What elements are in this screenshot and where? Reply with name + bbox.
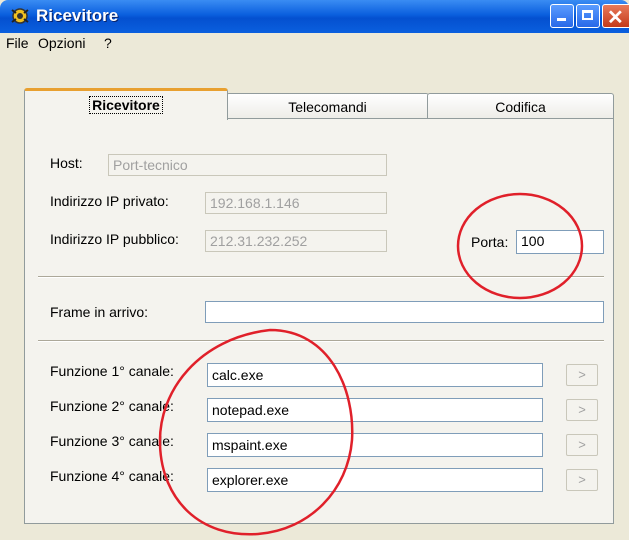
ip-public-label: Indirizzo IP pubblico:	[50, 231, 179, 247]
channel-3-button[interactable]: >	[566, 434, 598, 456]
app-icon	[11, 8, 29, 24]
menu-bar: File Opzioni ?	[0, 33, 629, 55]
menu-opzioni[interactable]: Opzioni	[38, 35, 85, 51]
channel-2-button[interactable]: >	[566, 399, 598, 421]
port-label: Porta:	[471, 234, 509, 250]
ip-public-field[interactable]: 212.31.232.252	[205, 230, 387, 252]
close-icon: ✕	[607, 7, 624, 29]
window-title: Ricevitore	[36, 6, 119, 25]
maximize-icon	[582, 10, 593, 20]
channel-2-label: Funzione 2° canale:	[50, 398, 174, 414]
ip-private-label: Indirizzo IP privato:	[50, 193, 169, 209]
minimize-button[interactable]	[550, 4, 574, 28]
channel-4-field[interactable]: explorer.exe	[207, 468, 543, 492]
frame-label: Frame in arrivo:	[50, 304, 149, 320]
channel-1-button[interactable]: >	[566, 364, 598, 386]
tab-ricevitore-label: Ricevitore	[89, 96, 163, 114]
application-window: Ricevitore ✕ File Opzioni ? Telecomandi …	[0, 0, 629, 540]
maximize-button[interactable]	[576, 4, 600, 28]
channel-4-label: Funzione 4° canale:	[50, 468, 174, 484]
separator-2	[38, 340, 604, 342]
host-field[interactable]: Port-tecnico	[108, 154, 387, 176]
channel-3-label: Funzione 3° canale:	[50, 433, 174, 449]
channel-1-label: Funzione 1° canale:	[50, 363, 174, 379]
menu-file[interactable]: File	[6, 35, 29, 51]
channel-3-field[interactable]: mspaint.exe	[207, 433, 543, 457]
close-button[interactable]: ✕	[602, 4, 629, 29]
tab-telecomandi[interactable]: Telecomandi	[226, 93, 429, 120]
separator-1	[38, 276, 604, 278]
tab-ricevitore[interactable]: Ricevitore	[24, 88, 228, 120]
host-label: Host:	[50, 155, 83, 171]
tab-telecomandi-label: Telecomandi	[288, 99, 367, 115]
port-field[interactable]: 100	[516, 230, 604, 254]
channel-4-button[interactable]: >	[566, 469, 598, 491]
minimize-icon	[557, 18, 566, 21]
tab-codifica-label: Codifica	[495, 99, 546, 115]
channel-1-field[interactable]: calc.exe	[207, 363, 543, 387]
title-bar[interactable]: Ricevitore ✕	[0, 0, 629, 33]
tab-codifica[interactable]: Codifica	[427, 93, 614, 120]
ip-private-field[interactable]: 192.168.1.146	[205, 192, 387, 214]
frame-field[interactable]	[205, 301, 604, 323]
menu-help[interactable]: ?	[104, 35, 112, 51]
channel-2-field[interactable]: notepad.exe	[207, 398, 543, 422]
